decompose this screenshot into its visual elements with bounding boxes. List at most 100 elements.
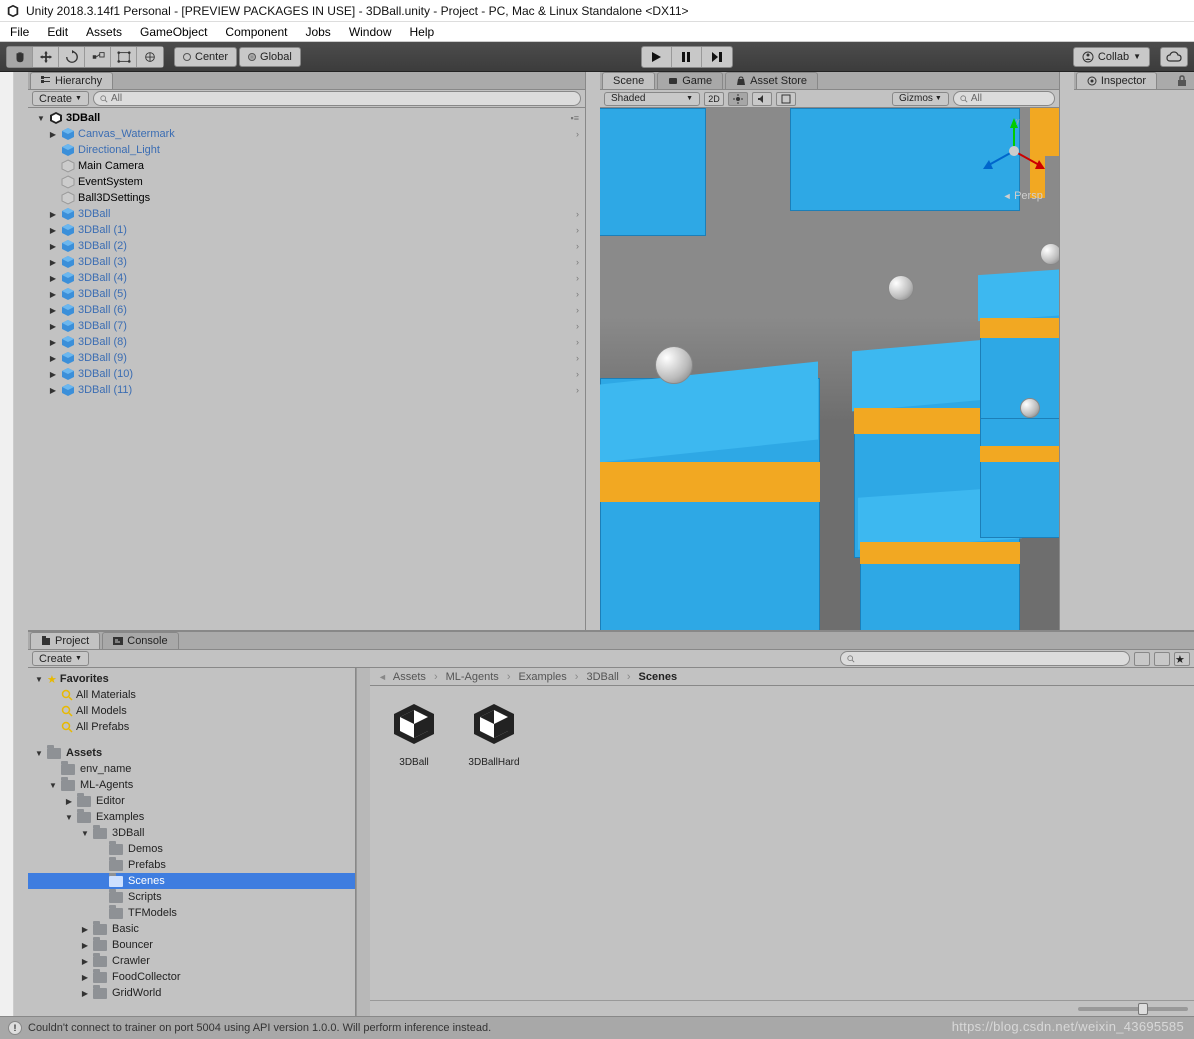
expand-arrow-icon[interactable] [48, 386, 58, 395]
tab-scene[interactable]: Scene [602, 72, 655, 89]
assets-header[interactable]: Assets [28, 745, 355, 761]
project-tree-item[interactable]: GridWorld [28, 985, 355, 1001]
tab-hierarchy[interactable]: Hierarchy [30, 72, 113, 89]
hierarchy-item[interactable]: 3DBall (8)› [28, 334, 585, 350]
filter-by-label-button[interactable] [1154, 652, 1170, 666]
perspective-label[interactable]: Persp [1003, 190, 1043, 202]
hierarchy-item[interactable]: 3DBall (4)› [28, 270, 585, 286]
shading-dropdown[interactable]: Shaded▼ [604, 92, 700, 106]
crumb-assets[interactable]: Assets [393, 671, 426, 683]
favorite-item[interactable]: All Prefabs [28, 719, 355, 735]
project-tree-item[interactable]: Demos [28, 841, 355, 857]
menu-gameobject[interactable]: GameObject [140, 25, 207, 39]
orientation-gizmo[interactable]: y [979, 116, 1049, 186]
tab-game[interactable]: Game [657, 72, 723, 89]
project-search[interactable] [840, 651, 1130, 666]
hierarchy-item[interactable]: Ball3DSettings [28, 190, 585, 206]
hierarchy-item[interactable]: 3DBall (9)› [28, 350, 585, 366]
hierarchy-item[interactable]: Canvas_Watermark› [28, 126, 585, 142]
project-tree-item[interactable]: ML-Agents [28, 777, 355, 793]
scene-viewport[interactable]: y Persp [600, 108, 1059, 630]
menu-edit[interactable]: Edit [47, 25, 68, 39]
project-tree-item[interactable]: Scripts [28, 889, 355, 905]
grid-size-slider[interactable] [370, 1000, 1194, 1016]
project-tree-item[interactable]: Crawler [28, 953, 355, 969]
pivot-global-toggle[interactable]: Global [239, 47, 301, 67]
menu-component[interactable]: Component [225, 25, 287, 39]
expand-arrow-icon[interactable] [36, 114, 46, 123]
project-tree-item[interactable]: 3DBall [28, 825, 355, 841]
menu-assets[interactable]: Assets [86, 25, 122, 39]
expand-arrow-icon[interactable] [48, 290, 58, 299]
step-button[interactable] [702, 47, 732, 67]
expand-arrow-icon[interactable] [64, 813, 74, 822]
expand-arrow-icon[interactable] [48, 781, 58, 790]
rotate-tool[interactable] [59, 47, 85, 67]
hierarchy-item[interactable]: EventSystem [28, 174, 585, 190]
tab-project[interactable]: Project [30, 632, 100, 649]
hierarchy-item[interactable]: 3DBall (7)› [28, 318, 585, 334]
expand-arrow-icon[interactable] [48, 130, 58, 139]
expand-arrow-icon[interactable] [80, 941, 90, 950]
expand-arrow-icon[interactable] [80, 973, 90, 982]
expand-arrow-icon[interactable] [48, 258, 58, 267]
hierarchy-item[interactable]: 3DBall (10)› [28, 366, 585, 382]
hierarchy-item[interactable]: 3DBall (5)› [28, 286, 585, 302]
project-tree-item[interactable]: Examples [28, 809, 355, 825]
crumb-examples[interactable]: Examples [518, 671, 566, 683]
crumb-scenes[interactable]: Scenes [639, 671, 678, 683]
expand-arrow-icon[interactable] [48, 370, 58, 379]
expand-arrow-icon[interactable] [48, 226, 58, 235]
hierarchy-search[interactable]: All [93, 91, 581, 106]
hierarchy-item[interactable]: 3DBall (3)› [28, 254, 585, 270]
scale-tool[interactable] [85, 47, 111, 67]
project-tree-item[interactable]: Prefabs [28, 857, 355, 873]
expand-arrow-icon[interactable] [48, 274, 58, 283]
project-tree-scrollbar[interactable] [356, 668, 370, 1016]
project-tree-item[interactable]: Editor [28, 793, 355, 809]
favorites-header[interactable]: ★Favorites [28, 671, 355, 687]
fx-toggle[interactable] [776, 92, 796, 106]
slider-track[interactable] [1078, 1007, 1188, 1011]
hierarchy-item[interactable]: 3DBall› [28, 206, 585, 222]
menu-jobs[interactable]: Jobs [305, 25, 330, 39]
expand-arrow-icon[interactable] [80, 989, 90, 998]
rect-tool[interactable] [111, 47, 137, 67]
slider-thumb[interactable] [1138, 1003, 1148, 1015]
hierarchy-item[interactable]: 3DBall (6)› [28, 302, 585, 318]
scene-asset-3dballhard[interactable]: 3DBallHard [460, 696, 528, 768]
gizmos-dropdown[interactable]: Gizmos▼ [892, 92, 949, 106]
project-tree-item[interactable]: Bouncer [28, 937, 355, 953]
expand-arrow-icon[interactable] [34, 749, 44, 758]
menu-file[interactable]: File [10, 25, 29, 39]
hierarchy-item[interactable]: Main Camera [28, 158, 585, 174]
expand-arrow-icon[interactable] [48, 210, 58, 219]
favorite-item[interactable]: All Materials [28, 687, 355, 703]
project-tree-item[interactable]: TFModels [28, 905, 355, 921]
collab-dropdown[interactable]: Collab▼ [1073, 47, 1150, 67]
expand-arrow-icon[interactable] [64, 797, 74, 806]
hierarchy-item[interactable]: Directional_Light [28, 142, 585, 158]
transform-tool[interactable] [137, 47, 163, 67]
expand-arrow-icon[interactable] [48, 322, 58, 331]
expand-arrow-icon[interactable] [48, 338, 58, 347]
tab-inspector[interactable]: Inspector [1076, 72, 1157, 89]
scene-search[interactable]: All [953, 91, 1055, 106]
play-button[interactable] [642, 47, 672, 67]
expand-arrow-icon[interactable] [80, 957, 90, 966]
project-tree-item[interactable]: Scenes [28, 873, 355, 889]
hierarchy-item[interactable]: 3DBall (11)› [28, 382, 585, 398]
menu-window[interactable]: Window [349, 25, 392, 39]
move-tool[interactable] [33, 47, 59, 67]
hierarchy-create-dropdown[interactable]: Create▼ [32, 91, 89, 106]
tab-asset-store[interactable]: Asset Store [725, 72, 818, 89]
project-tree-item[interactable]: Basic [28, 921, 355, 937]
hierarchy-item[interactable]: 3DBall (1)› [28, 222, 585, 238]
favorite-item[interactable]: All Models [28, 703, 355, 719]
filter-by-type-button[interactable] [1134, 652, 1150, 666]
pause-button[interactable] [672, 47, 702, 67]
save-search-button[interactable]: ★ [1174, 652, 1190, 666]
lighting-toggle[interactable] [728, 92, 748, 106]
expand-arrow-icon[interactable] [48, 354, 58, 363]
menu-help[interactable]: Help [410, 25, 435, 39]
